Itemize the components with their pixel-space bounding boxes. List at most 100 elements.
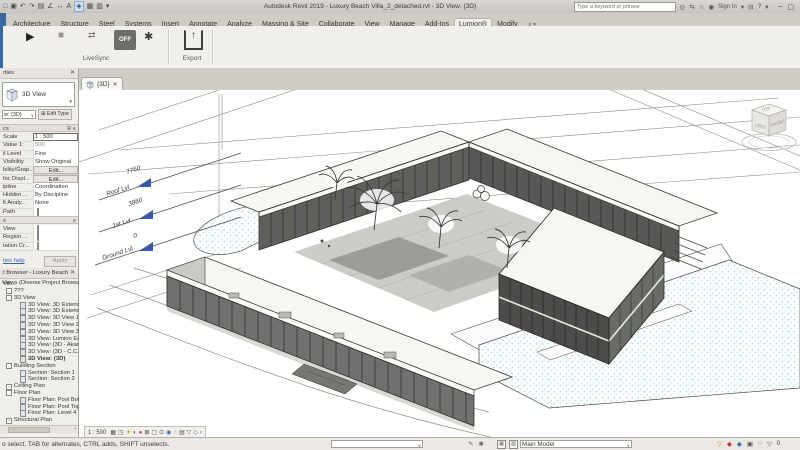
property-value-input[interactable]: Show Original [33,158,78,166]
exchange-apps-icon[interactable]: ⇆ [689,3,694,11]
close-icon[interactable]: ✕ [70,268,75,279]
view-tab-3d[interactable]: {3D} ✕ [81,77,123,91]
default-3d-view-icon[interactable]: ◈ [74,1,83,12]
user-icon[interactable]: ◉ [709,3,715,11]
design-options-tile-icon[interactable]: ▦ [497,440,506,449]
edit-button[interactable]: Edit... [33,175,78,183]
scale-button[interactable]: 1 : 500 [88,430,106,436]
livesync-off-toggle[interactable]: OFF [114,30,136,50]
tree-group[interactable]: -3D View [0,295,84,302]
select-links-icon[interactable]: ◆ [737,440,742,448]
collapse-icon[interactable]: - [6,295,12,301]
close-icon[interactable]: ✕ [113,81,118,88]
properties-header[interactable]: rties✕ [0,68,78,79]
chevron-down-icon[interactable]: ▾ [69,99,72,105]
signin-dropdown-icon[interactable]: ▾ [741,3,744,11]
thin-lines-icon[interactable]: ▥ [96,2,103,11]
open-icon[interactable]: □ [3,2,7,11]
checkbox[interactable] [37,242,39,250]
export-button[interactable]: ↑ [184,30,203,50]
edit-type-button[interactable]: ⊞ Edit Type [38,109,72,120]
search-input[interactable] [574,2,676,12]
file-tab[interactable] [0,13,6,26]
cart-icon[interactable]: ⊟ [748,3,753,11]
project-browser-header[interactable]: t Browser - Luxury Beach Vill...✕ [0,268,78,279]
active-only-tile-icon[interactable]: ▨ [509,440,518,449]
livesync-play-button[interactable]: ▶ [26,30,34,43]
collapse-icon[interactable]: - [6,288,12,294]
drawing-area[interactable]: 7760 Roof Lvl 3880 1st Lvl 0 Ground Lvl … [79,90,800,437]
extents-category-row[interactable]: s≡ [0,216,78,224]
livesync-settings-gear-icon[interactable]: ✱ [144,30,153,43]
help-icon[interactable]: ? [758,3,762,10]
close-icon[interactable]: ✕ [70,68,75,79]
measure-icon[interactable]: ∠ [47,2,53,11]
tree-group[interactable]: +Structural Plan [0,417,84,424]
expand-icon[interactable]: + [6,384,12,390]
text-icon[interactable]: A [67,2,72,11]
crop-region-icon[interactable]: ▢ [151,430,157,436]
aligned-dimension-icon[interactable]: ↔ [57,2,64,11]
checkbox[interactable] [37,208,39,216]
print-icon[interactable]: ▤ [38,2,45,11]
property-value-input[interactable]: 1 : 500 [33,133,78,141]
collapse-icon[interactable]: - [6,363,12,369]
press-drag-select-icon[interactable]: ◆ [727,440,732,448]
lock-3d-view-icon[interactable]: ⊙ [159,430,164,436]
livesync-sync-icon[interactable]: ⇄ [88,30,96,41]
collapse-icon[interactable]: ‹ [200,430,202,436]
select-by-face-icon[interactable]: ○ [758,440,762,448]
search-go-icon[interactable]: ◎ [680,3,686,11]
editable-only-filter-icon[interactable]: ▽ [717,440,722,448]
checkbox[interactable] [37,225,39,233]
shadows-icon[interactable]: ◐ [133,430,137,436]
type-selector[interactable]: 3D View ▾ [2,82,75,107]
properties-help-link[interactable]: ties help [3,258,25,264]
temporary-view-properties-icon[interactable]: ▤ [179,430,185,436]
section-icon[interactable]: ▦ [87,2,94,11]
tree-group[interactable]: +Ceiling Plan [0,383,84,390]
edit-requests-icon[interactable]: ✎ [468,440,473,448]
apply-button[interactable]: Apply [44,256,76,267]
sign-in-link[interactable]: Sign In [718,4,737,10]
temporary-hide-isolate-icon[interactable]: ◉ [166,430,171,436]
tree-item[interactable]: -??? [0,288,84,295]
render-icon[interactable]: ● [139,430,143,436]
undo-icon[interactable]: ↶ [20,2,26,11]
checkbox[interactable] [37,233,39,241]
property-value-input[interactable]: None [33,199,78,207]
detail-level-icon[interactable]: ▦ [110,430,116,436]
maximize-button[interactable]: ▢ [787,3,794,11]
browser-horizontal-scrollbar[interactable]: › [0,425,78,433]
property-value-input[interactable]: Coordination [33,183,78,191]
main-model-combo[interactable]: Main Model∨ [520,440,632,448]
livesync-stop-button[interactable]: ■ [58,30,64,41]
tree-group[interactable]: -Floor Plan [0,390,84,397]
property-value-input[interactable]: Fine [33,150,78,158]
save-icon[interactable]: ▣ [10,2,17,11]
tree-group[interactable]: -Building Section [0,363,84,370]
edit-button[interactable]: Edit... [33,166,78,174]
property-value-input[interactable]: By Discipline [33,191,78,199]
reveal-hidden-icon[interactable]: ○ [173,430,177,436]
selection-filter-icon[interactable]: ▽ [767,440,772,448]
collapse-icon[interactable]: - [6,390,12,396]
displacement-icon[interactable]: ◇ [193,430,198,436]
design-option-combo[interactable]: ∨ [331,440,423,448]
view-instance-combo[interactable]: w: {3D}∨ [2,110,36,119]
minimize-button[interactable]: – [778,3,782,11]
qat-customize-icon[interactable]: ▾ [106,2,110,11]
redo-icon[interactable]: ↷ [29,2,35,11]
sun-path-icon[interactable]: ☀ [126,430,131,436]
worksets-icon[interactable]: ✱ [478,440,483,448]
crop-view-icon[interactable]: ⊠ [144,430,149,436]
hide-analytical-icon[interactable]: ▽ [187,430,192,436]
browser-organization-row[interactable]: Views (Diverse Project Browse ∧ [0,280,80,287]
graphics-category-row[interactable]: csR ∧ [0,124,78,132]
expand-icon[interactable]: + [6,418,12,424]
favorites-icon[interactable]: ☆ [699,3,705,11]
help-dropdown-icon[interactable]: ▾ [765,3,768,11]
visual-style-icon[interactable]: ◳ [118,430,124,436]
select-pinned-icon[interactable]: ▣ [747,440,753,448]
viewcube[interactable]: TOP LEFT FRONT [742,104,796,151]
